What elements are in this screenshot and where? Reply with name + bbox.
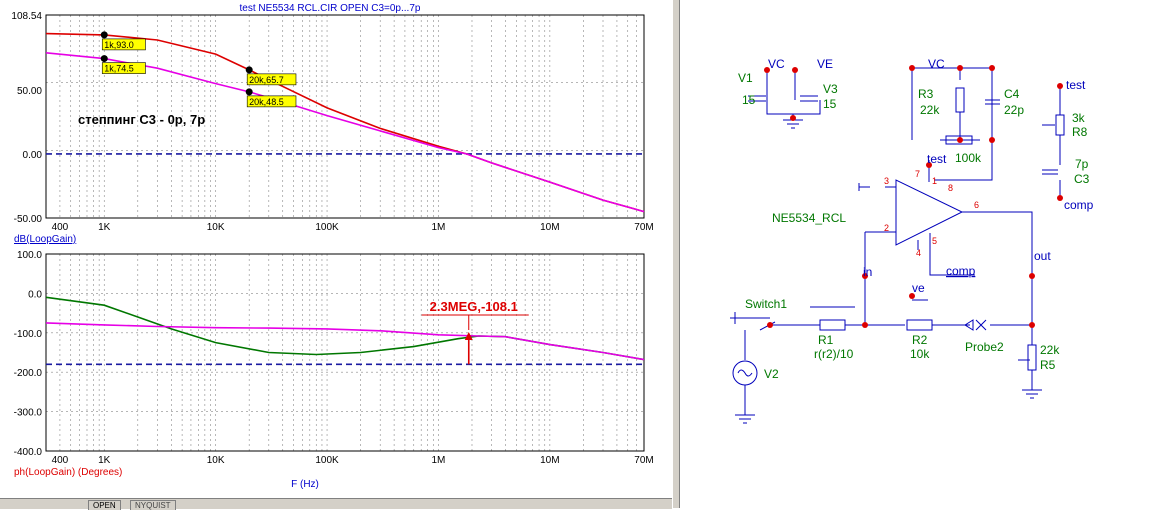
x-tick-label: 70M <box>634 455 653 466</box>
y-tick-label: -50.00 <box>14 214 43 225</box>
marker-label: 2.3MEG,-108.1 <box>430 299 518 314</box>
schematic-pane[interactable]: V1 15 V3 15 R3 22k C4 22p 100k 3k R8 7p … <box>680 0 1150 508</box>
y-tick-label: -200.0 <box>14 368 43 379</box>
pin-6: 6 <box>974 200 979 210</box>
x-tick-label: 1M <box>432 222 446 233</box>
out-label: out <box>1034 249 1051 263</box>
r8-value: 3k <box>1072 111 1086 125</box>
x-tick-label: 100K <box>315 455 339 466</box>
v3-node-label: VE <box>817 57 833 71</box>
comp-node-label: comp <box>1064 198 1094 212</box>
c4-value: 22p <box>1004 103 1024 117</box>
x-tick-label: 10M <box>540 222 559 233</box>
switch-name: Switch1 <box>745 297 787 311</box>
splitter[interactable] <box>672 0 680 508</box>
x-tick-label: 1K <box>98 222 111 233</box>
r8-name: R8 <box>1072 125 1088 139</box>
tab-open[interactable]: OPEN <box>88 500 121 510</box>
marker-point <box>100 31 108 39</box>
plot-pane: test NE5534 RCL.CIR OPEN C3=0p...7p 108.… <box>0 0 672 510</box>
x-tick-label: 70M <box>634 222 653 233</box>
r5-value: 22k <box>1040 343 1060 357</box>
c3-name: C3 <box>1074 172 1090 186</box>
annotation-text: степпинг C3 - 0p, 7p <box>78 112 205 127</box>
marker-label: 20k,65.7 <box>249 75 284 85</box>
pin-4: 4 <box>916 248 921 258</box>
in-label: in <box>863 265 872 279</box>
v3-name: V3 <box>823 82 838 96</box>
v3-value: 15 <box>823 97 837 111</box>
magnitude-plot: 108.54 50.00 0.00 -50.00 400 1K 10K 100K 1M 10M 70… <box>11 11 653 245</box>
schematic[interactable]: V1 15 V3 15 R3 22k C4 22p 100k 3k R8 7p … <box>680 0 1150 508</box>
y-tick-label: 0.00 <box>23 150 43 161</box>
window-title: test NE5534 RCL.CIR OPEN C3=0p...7p <box>240 3 421 14</box>
probe-name: Probe2 <box>965 340 1004 354</box>
test-label: test <box>927 152 947 166</box>
v1-name: V1 <box>738 71 753 85</box>
y-tick-label: 0.0 <box>28 289 42 300</box>
series-line <box>45 322 645 361</box>
x-tick-label: 10K <box>207 455 225 466</box>
plot-area[interactable]: test NE5534 RCL.CIR OPEN C3=0p...7p 108.… <box>0 0 672 498</box>
pin-8: 8 <box>948 183 953 193</box>
x-tick-label: 10K <box>207 222 225 233</box>
v1-value: 15 <box>742 93 756 107</box>
pin-3: 3 <box>884 176 889 186</box>
tab-bar: OPEN NYQUIST <box>0 498 672 510</box>
r3-value: 22k <box>920 103 940 117</box>
ve-label: ve <box>912 281 925 295</box>
marker-point <box>100 55 108 63</box>
y-tick-label: -300.0 <box>14 408 43 419</box>
marker-point <box>245 66 253 74</box>
x-tick-label: 400 <box>52 222 69 233</box>
x-tick-label: 1M <box>432 455 446 466</box>
y-axis-label: ph(LoopGain) (Degrees) <box>14 467 122 478</box>
y-axis-label: dB(LoopGain) <box>14 234 76 245</box>
r3-name: R3 <box>918 87 934 101</box>
tab-nyquist[interactable]: NYQUIST <box>130 500 176 510</box>
marker-label: 20k,48.5 <box>249 97 284 107</box>
phase-plot: 100.0 0.0 -100.0 -200.0 -300.0 -400.0 400 1K 10K… <box>14 250 654 490</box>
x-tick-label: 400 <box>52 455 69 466</box>
pin-2: 2 <box>884 223 889 233</box>
top-vc-label: VC <box>928 57 945 71</box>
r5-name: R5 <box>1040 358 1056 372</box>
y-tick-label: -100.0 <box>14 329 43 340</box>
y-tick-label: -400.0 <box>14 447 43 458</box>
r1-value: r(r2)/10 <box>814 347 854 361</box>
c4-name: C4 <box>1004 87 1020 101</box>
v2-name: V2 <box>764 367 779 381</box>
opamp-name: NE5534_RCL <box>772 211 846 225</box>
x-tick-label: 100K <box>315 222 339 233</box>
pin-1: 1 <box>932 176 937 186</box>
x-tick-label: 1K <box>98 455 111 466</box>
y-tick-label: 100.0 <box>17 250 42 261</box>
series-line <box>45 52 645 213</box>
r1-name: R1 <box>818 333 834 347</box>
v1-node-label: VC <box>768 57 785 71</box>
c3-value: 7p <box>1075 157 1089 171</box>
y-tick-label: 50.00 <box>17 86 42 97</box>
pot-value: 100k <box>955 151 982 165</box>
r2-name: R2 <box>912 333 928 347</box>
pin-5: 5 <box>932 236 937 246</box>
series-line <box>45 296 645 361</box>
x-tick-label: 10M <box>540 455 559 466</box>
pin-7: 7 <box>915 169 920 179</box>
r2-value: 10k <box>910 347 930 361</box>
x-axis-label: F (Hz) <box>291 479 319 490</box>
marker-point <box>245 88 253 96</box>
test-node-label: test <box>1066 78 1086 92</box>
marker-label: 1k,74.5 <box>104 64 134 74</box>
y-tick-label: 108.54 <box>11 11 42 22</box>
comp-label: comp <box>946 264 976 278</box>
marker-label: 1k,93.0 <box>104 40 134 50</box>
